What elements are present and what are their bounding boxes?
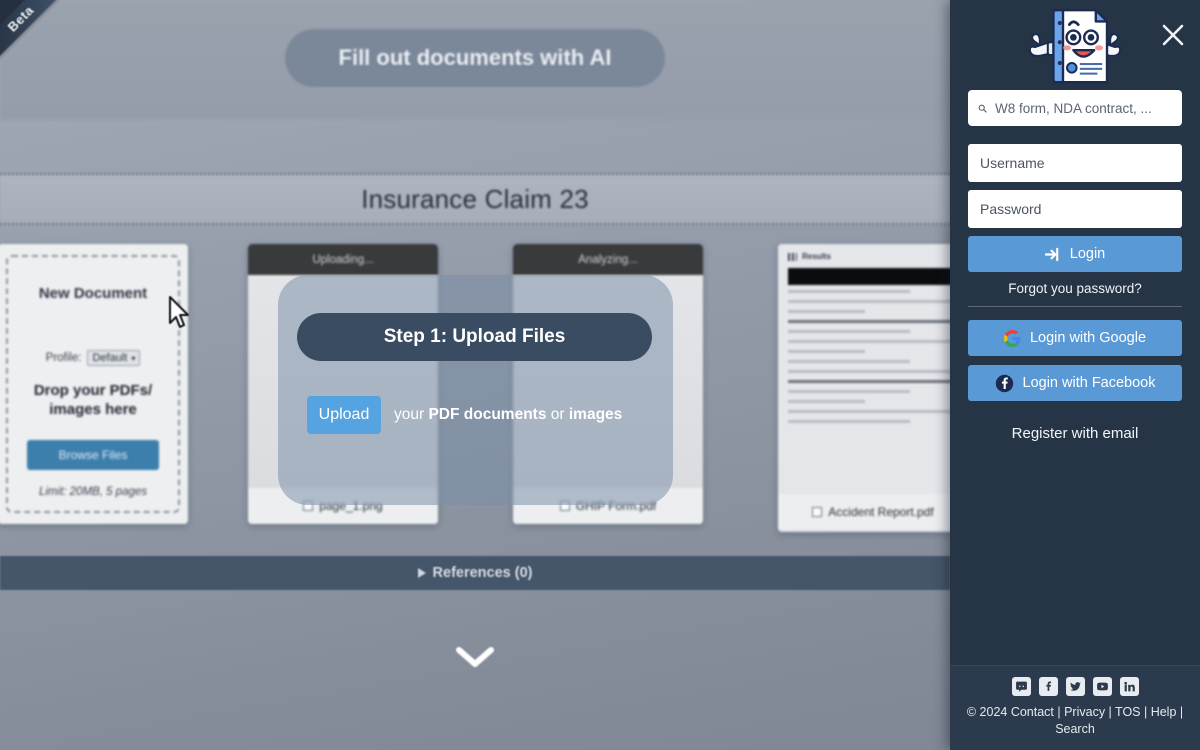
preview-line: [788, 330, 911, 333]
footer-copyright[interactable]: © 2024 Contact | Privacy | TOS | Help | …: [962, 704, 1188, 738]
upload-limit-text: Limit: 20MB, 5 pages: [38, 485, 148, 498]
tooltip-step-title: Step 1: Upload Files: [297, 313, 652, 361]
facebook-icon[interactable]: [1038, 677, 1058, 697]
preview-title: Results: [802, 252, 831, 261]
card-status: Analyzing...: [513, 244, 703, 275]
app-stage: Beta Fill out documents with AI Insuranc…: [0, 0, 950, 750]
footer-social-icons: [962, 677, 1188, 697]
register-with-email-link[interactable]: Register with email: [950, 401, 1200, 442]
new-document-title: New Document: [38, 285, 148, 302]
tooltip-instruction-row: Upload your PDF documents or images: [307, 396, 652, 434]
preview-banner: [788, 268, 950, 285]
login-sidebar: Login Forgot you password? Login with Go…: [950, 0, 1200, 750]
login-button-label: Login: [1069, 246, 1106, 262]
preview-line: [788, 340, 950, 343]
preview-line: [788, 420, 911, 423]
chevron-down-icon[interactable]: [455, 645, 495, 669]
profile-select[interactable]: Default ▾: [87, 350, 141, 366]
search-input[interactable]: [995, 100, 1172, 116]
list-icon: [788, 252, 797, 261]
card-status: Uploading...: [248, 244, 438, 275]
username-field[interactable]: [968, 144, 1182, 182]
preview-line: [788, 310, 865, 313]
references-label: References (0): [432, 565, 533, 581]
preview-line: [788, 350, 865, 353]
sidebar-header: [950, 0, 1200, 90]
youtube-icon[interactable]: [1092, 677, 1112, 697]
social-login-group: Login with Google Login with Facebook: [950, 320, 1200, 401]
login-form: Login: [950, 126, 1200, 272]
preview-line: [788, 400, 865, 403]
tooltip-desc-mid: or: [546, 406, 569, 423]
search-icon: [978, 104, 987, 113]
document-mascot-icon: [1028, 9, 1122, 84]
references-bar[interactable]: References (0): [0, 556, 950, 590]
profile-row: Profile: Default ▾: [46, 350, 141, 366]
tooltip-desc-bold-2: images: [568, 406, 623, 423]
preview-line: [788, 390, 911, 393]
new-document-dropzone[interactable]: New Document Profile: Default ▾ Drop you…: [6, 255, 180, 513]
tooltip-description: your PDF documents or images: [394, 406, 622, 424]
preview-line: [788, 410, 950, 413]
card-filename: Accident Report.pdf: [828, 505, 934, 519]
onboarding-tooltip-overlay: [278, 275, 673, 505]
preview-header: Results: [788, 252, 950, 261]
search-box[interactable]: [968, 90, 1182, 126]
pdf-preview: Results: [778, 244, 950, 423]
preview-line: [788, 300, 950, 303]
google-button-label: Login with Google: [1029, 330, 1147, 346]
twitter-icon[interactable]: [1065, 677, 1085, 697]
profile-selected-value: Default: [92, 352, 128, 364]
dropzone-text: Drop your PDFs/ images here: [33, 382, 153, 418]
browse-files-button[interactable]: Browse Files: [27, 439, 159, 470]
mouse-cursor-icon: [169, 296, 189, 328]
forgot-password-link[interactable]: Forgot you password?: [950, 272, 1200, 306]
facebook-button-label: Login with Facebook: [1022, 375, 1156, 391]
card-checkbox[interactable]: [812, 507, 823, 517]
login-with-google-button[interactable]: Login with Google: [968, 320, 1182, 356]
login-with-facebook-button[interactable]: Login with Facebook: [968, 365, 1182, 401]
document-title: Insurance Claim 23: [361, 183, 589, 214]
tooltip-desc-prefix: your: [394, 406, 429, 423]
triangle-right-icon: [417, 568, 426, 578]
sign-in-icon: [1044, 247, 1059, 261]
close-icon[interactable]: [1160, 22, 1186, 48]
preview-line: [788, 290, 911, 293]
chevron-down-icon: ▾: [131, 353, 136, 363]
card-preview: Results: [778, 244, 950, 494]
sidebar-search-wrap: [950, 90, 1200, 126]
divider: [968, 306, 1182, 307]
sidebar-footer: © 2024 Contact | Privacy | TOS | Help | …: [950, 665, 1200, 750]
tooltip-upload-button[interactable]: Upload: [307, 396, 381, 434]
profile-label: Profile:: [45, 352, 82, 364]
preview-line: [788, 380, 950, 383]
facebook-icon: [995, 374, 1013, 392]
discord-icon[interactable]: [1011, 677, 1031, 697]
page-title: Fill out documents with AI: [285, 29, 665, 87]
document-title-strip: Insurance Claim 23: [0, 173, 950, 225]
tooltip-desc-bold-1: PDF documents: [428, 406, 547, 423]
login-button[interactable]: Login: [968, 236, 1182, 272]
new-document-card[interactable]: New Document Profile: Default ▾ Drop you…: [0, 244, 188, 524]
document-card-results[interactable]: Results Accident Report.pdf: [778, 244, 950, 532]
preview-line: [788, 370, 950, 373]
linkedin-icon[interactable]: [1119, 677, 1139, 697]
password-field[interactable]: [968, 190, 1182, 228]
preview-line: [788, 320, 950, 323]
preview-line: [788, 360, 911, 363]
google-icon: [1003, 329, 1021, 347]
card-footer[interactable]: Accident Report.pdf: [778, 494, 950, 530]
